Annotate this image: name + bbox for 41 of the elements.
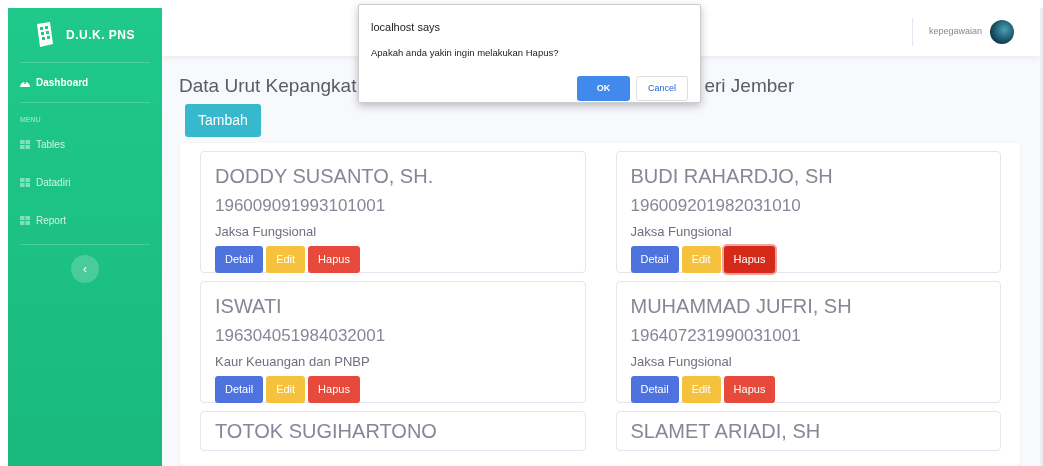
employee-name: DODDY SUSANTO, SH.	[215, 164, 435, 189]
employee-nip: 196407231990031001	[630, 325, 802, 347]
building-icon	[34, 22, 56, 48]
delete-button[interactable]: Hapus	[723, 376, 776, 403]
delete-button[interactable]: Hapus	[308, 246, 360, 273]
sidebar-item[interactable]: Dashboard	[20, 63, 150, 103]
ok-button[interactable]: OK	[577, 75, 630, 101]
avatar-icon[interactable]	[990, 20, 1014, 44]
user-name[interactable]: kepegawaian	[928, 25, 982, 39]
employee-position: Jaksa Fungsional	[630, 352, 733, 371]
employee-position: Kaur Keuangan dan PNBP	[215, 352, 371, 371]
detail-button[interactable]: Detail	[215, 376, 264, 403]
sidebar-item[interactable]: Report	[20, 201, 150, 240]
cancel-button[interactable]: Cancel	[636, 75, 688, 101]
employee-name: TOTOK SUGIHARTONO	[215, 419, 438, 444]
employee-name: MUHAMMAD JUFRI, SH	[630, 294, 853, 319]
table-icon	[20, 178, 30, 187]
employee-name: BUDI RAHARDJO, SH	[630, 164, 834, 189]
detail-button[interactable]: Detail	[215, 246, 264, 273]
table-icon	[20, 140, 30, 149]
add-button[interactable]: Tambah	[185, 104, 261, 137]
employee-nip: 196009201982031010	[630, 195, 802, 217]
table-icon	[20, 216, 30, 225]
detail-button[interactable]: Detail	[630, 246, 679, 273]
sidebar-item[interactable]: Datadiri	[20, 163, 150, 202]
dialog-message: Apakah anda yakin ingin melakukan Hapus?	[371, 45, 560, 60]
employee-position: Jaksa Fungsional	[630, 222, 733, 241]
brand-name: D.U.K. PNS	[66, 27, 135, 44]
employee-name: ISWATI	[215, 294, 283, 319]
employee-name: SLAMET ARIADI, SH	[630, 419, 822, 444]
delete-button[interactable]: Hapus	[308, 376, 360, 403]
dialog-title: localhost says	[371, 20, 442, 35]
delete-button[interactable]: Hapus	[723, 246, 776, 273]
employee-position: Jaksa Fungsional	[215, 222, 318, 241]
page-heading: Data Urut Kepangkat	[179, 74, 357, 98]
employee-nip: 196304051984032001	[215, 325, 387, 347]
sidebar-toggle-button[interactable]: ‹	[71, 254, 99, 283]
employee-nip: 196009091993101001	[215, 195, 387, 217]
page-heading: eri Jember	[704, 74, 795, 98]
sidebar-item[interactable]: Tables	[20, 125, 150, 164]
detail-button[interactable]: Detail	[630, 376, 679, 403]
